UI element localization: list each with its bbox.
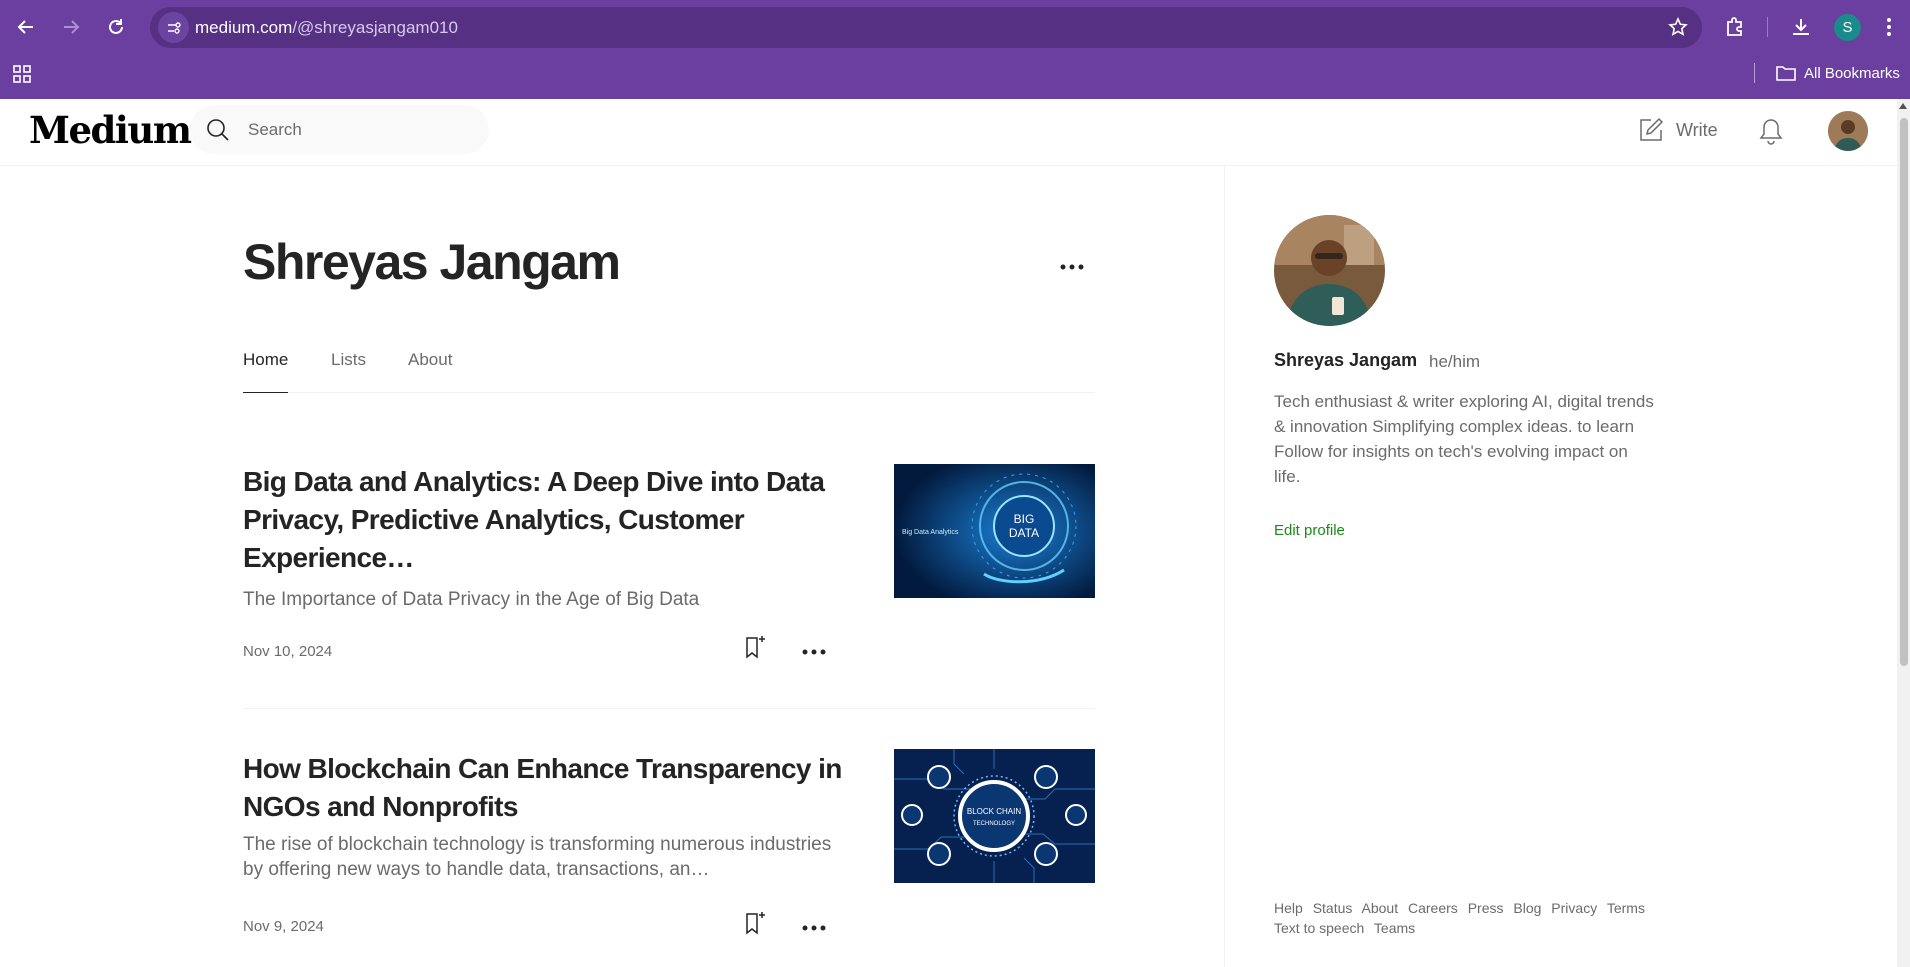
tab-home[interactable]: Home (243, 347, 289, 393)
browser-menu-icon[interactable] (1874, 12, 1904, 42)
browser-toolbar: medium.com/@shreyasjangam010 S (0, 0, 1910, 54)
thumb-technology-text: TECHNOLOGY (973, 821, 1015, 827)
article-card[interactable]: How Blockchain Can Enhance Transparency … (243, 749, 1095, 950)
bookmarks-bar: All Bookmarks (0, 54, 1910, 99)
footer-link-teams[interactable]: Teams (1374, 920, 1415, 936)
scrollbar-thumb[interactable] (1900, 118, 1908, 666)
profile-more-icon[interactable] (1059, 258, 1085, 276)
search-icon (207, 119, 229, 141)
article-more-icon[interactable] (801, 919, 827, 937)
edit-profile-link[interactable]: Edit profile (1274, 522, 1345, 539)
search-box[interactable] (190, 105, 489, 154)
toolbar-divider (1767, 17, 1768, 37)
url-path: /@shreyasjangam010 (292, 18, 458, 37)
forward-arrow-icon (64, 20, 80, 34)
footer-link-press[interactable]: Press (1468, 900, 1504, 916)
bookmark-star-icon[interactable] (1668, 17, 1688, 42)
thumb-data-text: DATA (1009, 526, 1039, 540)
back-button[interactable] (11, 12, 41, 42)
browser-chrome: medium.com/@shreyasjangam010 S All Bookm… (0, 0, 1910, 99)
footer-link-terms[interactable]: Terms (1607, 900, 1645, 916)
article-thumbnail[interactable]: BIG DATA Big Data Analytics (894, 464, 1095, 598)
article-subtitle: The rise of blockchain technology is tra… (243, 834, 832, 880)
footer-link-blog[interactable]: Blog (1513, 900, 1541, 916)
forward-button[interactable] (56, 12, 86, 42)
back-arrow-icon (17, 20, 33, 34)
address-bar[interactable]: medium.com/@shreyasjangam010 (150, 7, 1702, 48)
footer-link-careers[interactable]: Careers (1408, 900, 1458, 916)
reload-icon (109, 19, 123, 34)
save-bookmark-icon[interactable] (741, 634, 767, 665)
all-bookmarks-button[interactable]: All Bookmarks (1776, 54, 1900, 92)
footer-link-about[interactable]: About (1362, 900, 1399, 916)
browser-profile-avatar[interactable]: S (1834, 14, 1861, 41)
sidebar-bio: Tech enthusiast & writer exploring AI, d… (1274, 392, 1654, 486)
footer-link-privacy[interactable]: Privacy (1551, 900, 1597, 916)
all-bookmarks-label: All Bookmarks (1804, 64, 1900, 82)
scroll-up-arrow-icon[interactable] (1899, 103, 1907, 109)
article-thumbnail[interactable]: BLOCK CHAIN TECHNOLOGY (894, 749, 1095, 883)
thumb-blockchain-text: BLOCK CHAIN (967, 807, 1021, 816)
article-title[interactable]: How Blockchain Can Enhance Transparency … (243, 750, 843, 826)
site-info-icon[interactable] (158, 12, 189, 43)
profile-avatar[interactable] (1274, 215, 1385, 326)
footer-links: Help Status About Careers Press Blog Pri… (1274, 898, 1664, 938)
user-avatar[interactable] (1828, 111, 1868, 151)
site-header: Medium Write (0, 99, 1910, 166)
thumb-side-text: Big Data Analytics (902, 529, 959, 536)
notifications-icon[interactable] (1758, 117, 1784, 150)
url-host: medium.com (195, 18, 293, 37)
download-icon[interactable] (1786, 12, 1816, 42)
article-date: Nov 9, 2024 (243, 918, 324, 935)
article-more-icon[interactable] (801, 643, 827, 661)
sidebar-author-name: Shreyas Jangam (1274, 350, 1418, 370)
tab-about[interactable]: About (408, 347, 452, 393)
folder-icon (1776, 66, 1796, 81)
write-icon (1640, 117, 1664, 141)
url-text[interactable]: medium.com/@shreyasjangam010 (195, 7, 458, 48)
tab-lists[interactable]: Lists (331, 347, 366, 393)
thumb-big-text: BIG (1014, 512, 1035, 526)
apps-grid-icon[interactable] (12, 64, 32, 89)
profile-main: Shreyas Jangam Home Lists About Big Data… (0, 166, 1224, 967)
reload-button[interactable] (101, 12, 131, 42)
footer-link-help[interactable]: Help (1274, 900, 1303, 916)
write-button[interactable]: Write (1638, 117, 1718, 143)
page-title: Shreyas Jangam (243, 234, 621, 290)
footer-link-status[interactable]: Status (1313, 900, 1353, 916)
bookmarks-divider (1754, 63, 1755, 83)
article-subtitle: The Importance of Data Privacy in the Ag… (243, 589, 700, 610)
extensions-icon[interactable] (1720, 12, 1750, 42)
article-date: Nov 10, 2024 (243, 643, 333, 660)
sidebar-pronouns: he/him (1429, 352, 1481, 371)
article-title[interactable]: Big Data and Analytics: A Deep Dive into… (243, 463, 843, 577)
write-label: Write (1676, 119, 1718, 140)
profile-tabs: Home Lists About (243, 347, 1095, 393)
article-card[interactable]: Big Data and Analytics: A Deep Dive into… (243, 463, 1095, 674)
footer-link-text-to-speech[interactable]: Text to speech (1274, 920, 1364, 936)
save-bookmark-icon[interactable] (741, 910, 767, 941)
sidebar-divider (1224, 166, 1225, 967)
search-input[interactable] (248, 105, 473, 154)
medium-logo[interactable]: Medium (29, 108, 192, 152)
article-divider (243, 708, 1095, 709)
